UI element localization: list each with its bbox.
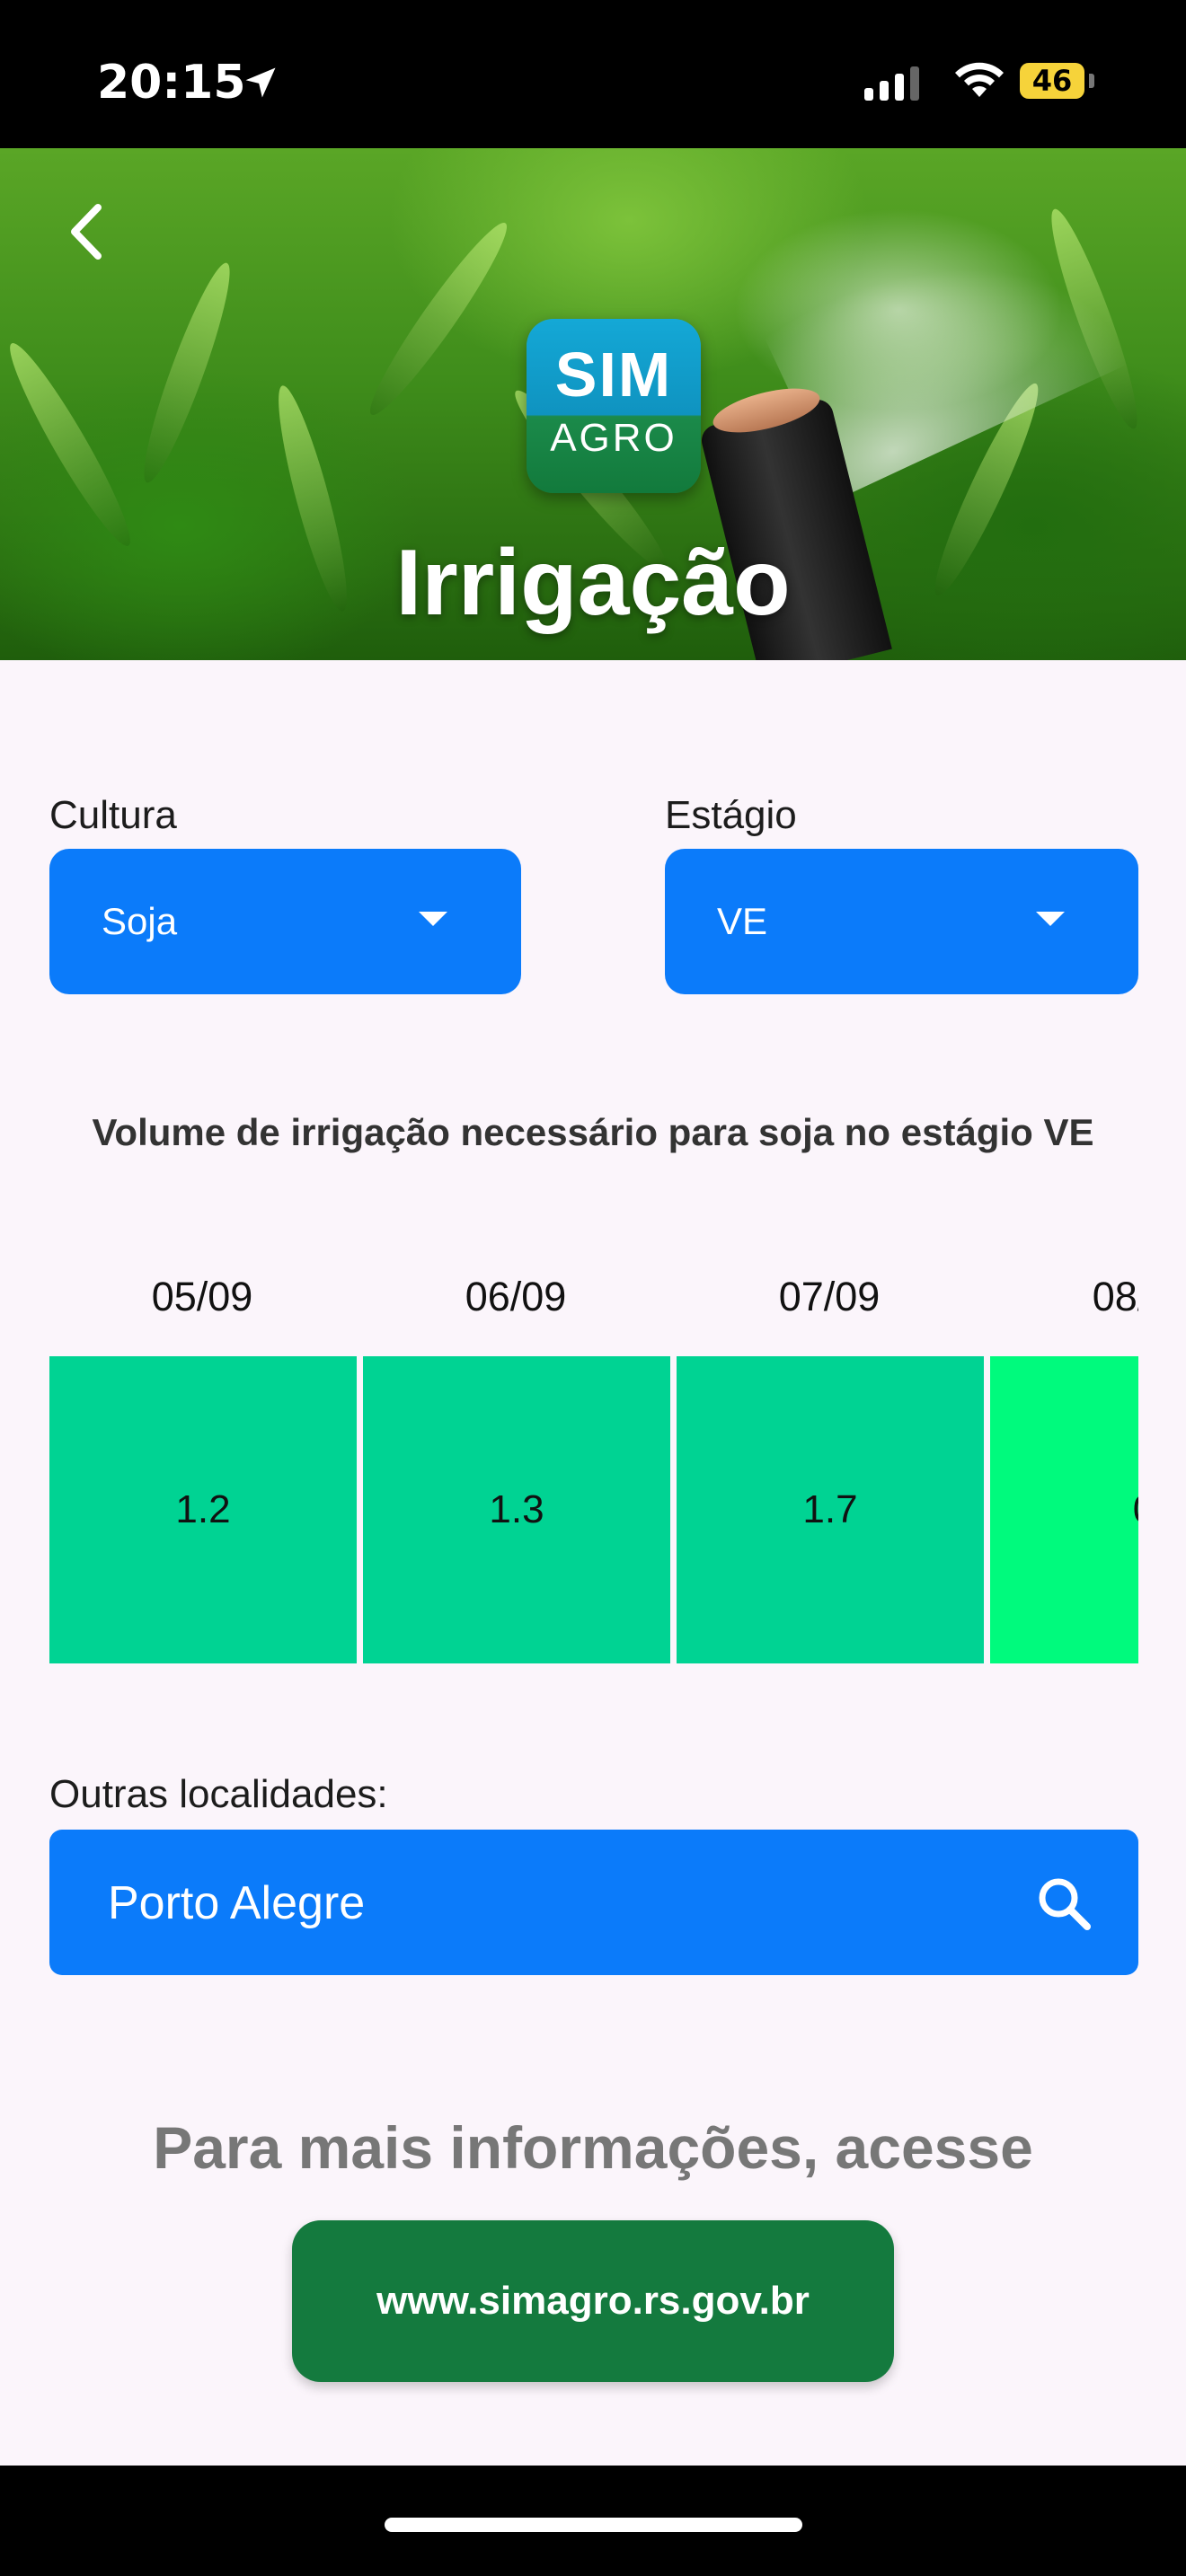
caret-down-icon bbox=[1036, 912, 1065, 926]
caret-down-icon bbox=[419, 912, 447, 926]
simagro-logo: SIM AGRO bbox=[527, 319, 701, 493]
volume-cell: 1.2 bbox=[49, 1356, 357, 1663]
volume-cell: 1.7 bbox=[677, 1356, 984, 1663]
location-search-input[interactable]: Porto Alegre bbox=[49, 1830, 1138, 1975]
chevron-left-icon bbox=[71, 204, 102, 260]
location-search-value: Porto Alegre bbox=[108, 1877, 366, 1929]
page-title: Irrigação bbox=[395, 531, 791, 635]
location-arrow-icon bbox=[245, 67, 276, 98]
volume-value: 1.3 bbox=[489, 1487, 544, 1531]
home-indicator[interactable] bbox=[385, 2518, 802, 2532]
crop-label: Cultura bbox=[49, 793, 177, 837]
date-label: 05/09 bbox=[151, 1274, 253, 1319]
stage-label: Estágio bbox=[665, 793, 797, 837]
stage-dropdown[interactable]: VE bbox=[665, 849, 1138, 994]
grass-decoration bbox=[358, 214, 519, 424]
grass-decoration bbox=[0, 335, 143, 554]
back-button[interactable] bbox=[63, 199, 108, 264]
crop-value: Soja bbox=[102, 900, 178, 942]
other-locations-label: Outras localidades: bbox=[49, 1772, 388, 1816]
date-label: 07/09 bbox=[778, 1274, 881, 1319]
battery-indicator: 46 bbox=[1020, 63, 1084, 99]
wifi-icon bbox=[955, 62, 1004, 97]
logo-agro-text: AGRO bbox=[550, 416, 677, 460]
cellular-signal-icon bbox=[864, 65, 919, 101]
volume-cell: 1.3 bbox=[363, 1356, 670, 1663]
volume-value: 0 bbox=[1133, 1487, 1138, 1532]
bottom-bar bbox=[0, 2466, 1186, 2576]
status-time: 20:15 bbox=[97, 56, 246, 110]
volume-cell: 0 bbox=[990, 1356, 1138, 1663]
website-link-button[interactable]: www.simagro.rs.gov.br bbox=[292, 2220, 894, 2382]
date-label: 08/09 bbox=[1092, 1274, 1138, 1319]
more-info-text: Para mais informações, acesse bbox=[153, 2114, 1033, 2181]
volume-value: 1.7 bbox=[802, 1487, 858, 1531]
logo-sim-text: SIM bbox=[554, 340, 673, 410]
search-icon[interactable] bbox=[1035, 1875, 1093, 1932]
volume-title: Volume de irrigação necessário para soja… bbox=[92, 1111, 1094, 1153]
volume-value: 1.2 bbox=[175, 1487, 231, 1531]
date-header-row[interactable]: 05/09 06/09 07/09 08/09 bbox=[49, 1274, 1138, 1337]
status-bar: 20:15 46 bbox=[0, 0, 1186, 148]
volume-cells-row[interactable]: 1.2 1.3 1.7 0 bbox=[49, 1356, 1138, 1663]
grass-decoration bbox=[131, 257, 243, 489]
stage-value: VE bbox=[717, 900, 768, 942]
main-content: Cultura Soja Estágio VE Volume de irriga… bbox=[0, 660, 1186, 2466]
date-label: 06/09 bbox=[465, 1274, 567, 1319]
crop-dropdown[interactable]: Soja bbox=[49, 849, 521, 994]
battery-tip bbox=[1089, 74, 1094, 88]
